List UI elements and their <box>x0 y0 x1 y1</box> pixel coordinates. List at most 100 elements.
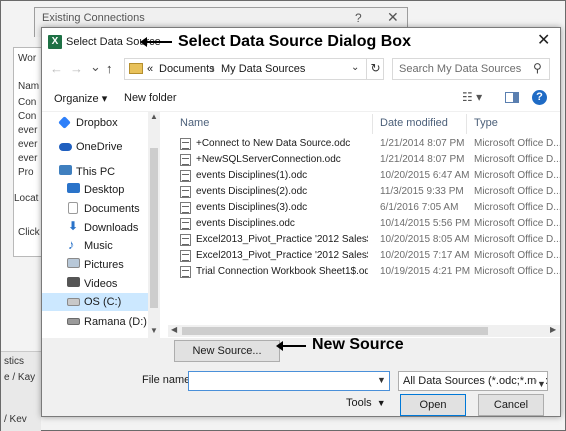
recent-locations-icon[interactable]: ⌄ <box>90 59 101 75</box>
select-data-source-dialog: X Select Data Source ✕ ← → ⌄ ↑ « Documen… <box>41 27 561 417</box>
downloads-icon: ⬇ <box>68 219 79 233</box>
excel-icon: X <box>48 35 62 49</box>
file-row[interactable]: Trial Connection Workbook Sheet1$.odc 10… <box>168 264 560 280</box>
help-icon[interactable]: ? <box>355 11 362 25</box>
search-box[interactable]: Search My Data Sources ⚲ <box>392 58 550 80</box>
open-button[interactable]: Open <box>400 394 466 416</box>
nav-item-label: Documents <box>84 203 140 215</box>
file-icon <box>180 138 191 150</box>
nav-item-label: Downloads <box>84 222 139 234</box>
file-date: 10/20/2015 7:17 AM <box>380 250 470 261</box>
scroll-left-icon[interactable]: ◀ <box>171 325 177 334</box>
chevron-down-icon[interactable]: ▼ <box>537 375 546 390</box>
navigation-bar: ← → ⌄ ↑ « Documents › My Data Sources ⌄ … <box>42 56 560 84</box>
dropbox-icon <box>58 116 71 129</box>
file-row[interactable]: events Disciplines(2).odc 11/3/2015 9:33… <box>168 184 560 200</box>
file-row[interactable]: events Disciplines(3).odc 6/1/2016 7:05 … <box>168 200 560 216</box>
address-bar[interactable]: « Documents › My Data Sources ⌄ <box>124 58 384 80</box>
file-name-label: File name: <box>142 374 194 386</box>
background-bottom: stics e / Kay / Kev <box>1 351 41 431</box>
column-header-type[interactable]: Type <box>474 112 498 134</box>
dialog-callout: Select Data Source Dialog Box <box>178 33 411 50</box>
breadcrumb-documents[interactable]: Documents <box>159 63 215 75</box>
breadcrumb-separator: › <box>211 63 215 75</box>
new-source-callout: New Source <box>312 336 404 353</box>
scroll-down-icon[interactable]: ▼ <box>150 326 158 335</box>
nav-item-os-c[interactable]: OS (C:) <box>42 293 148 311</box>
file-type: Microsoft Office D... <box>474 234 560 245</box>
nav-item-onedrive[interactable]: OneDrive <box>42 138 148 156</box>
breadcrumb-my-data-sources[interactable]: My Data Sources <box>221 63 305 75</box>
file-row[interactable]: events Disciplines.odc 10/14/2015 5:56 P… <box>168 216 560 232</box>
nav-item-desktop[interactable]: Desktop <box>42 181 148 199</box>
nav-scrollbar[interactable]: ▲ ▼ <box>148 112 160 338</box>
file-row[interactable]: +NewSQLServerConnection.odc 1/21/2014 8:… <box>168 152 560 168</box>
file-name: events Disciplines(2).odc <box>196 186 308 197</box>
forward-arrow-icon[interactable]: → <box>70 61 83 76</box>
column-separator[interactable] <box>372 114 373 134</box>
file-icon <box>180 234 191 246</box>
background-row: stics <box>4 356 24 367</box>
file-row[interactable]: events Disciplines(1).odc 10/20/2015 6:4… <box>168 168 560 184</box>
column-header-date[interactable]: Date modified <box>380 112 448 134</box>
file-type: Microsoft Office D... <box>474 138 560 149</box>
file-type-filter[interactable]: All Data Sources (*.odc;*.mdb;* ▼ <box>398 371 548 391</box>
file-row[interactable]: Excel2013_Pivot_Practice '2012 Sales$'(1… <box>168 232 560 248</box>
close-icon[interactable]: ✕ <box>387 9 399 26</box>
close-icon[interactable]: ✕ <box>537 30 550 50</box>
nav-item-documents[interactable]: Documents <box>42 200 148 218</box>
file-name-field[interactable]: ▼ <box>188 371 390 391</box>
nav-item-dropbox[interactable]: Dropbox <box>42 114 148 132</box>
new-folder-button[interactable]: New folder <box>124 92 177 104</box>
chevron-down-icon[interactable]: ▼ <box>377 375 386 385</box>
file-date: 10/14/2015 5:56 PM <box>380 218 471 229</box>
nav-item-label: This PC <box>76 166 116 178</box>
scroll-up-icon[interactable]: ▲ <box>150 112 158 121</box>
tools-label: Tools <box>346 397 372 409</box>
up-arrow-icon[interactable]: ↑ <box>106 61 113 76</box>
videos-icon <box>67 277 80 287</box>
nav-item-pictures[interactable]: Pictures <box>42 256 148 274</box>
music-icon: ♪ <box>68 237 75 252</box>
column-header-name[interactable]: Name <box>180 112 209 134</box>
search-input[interactable]: Search My Data Sources <box>399 63 521 75</box>
search-icon[interactable]: ⚲ <box>533 61 542 75</box>
organize-button[interactable]: Organize ▾ <box>54 92 107 105</box>
file-row[interactable]: +Connect to New Data Source.odc 1/21/201… <box>168 136 560 152</box>
file-row[interactable]: Excel2013_Pivot_Practice '2012 Sales$'.o… <box>168 248 560 264</box>
nav-item-videos[interactable]: Videos <box>42 275 148 293</box>
file-date: 11/3/2015 9:33 PM <box>380 186 464 197</box>
nav-item-label: OS (C:) <box>84 296 122 308</box>
file-icon <box>180 218 191 230</box>
dialog-footer: New Source... File name: ▼ All Data Sour… <box>42 338 560 416</box>
column-separator[interactable] <box>466 114 467 134</box>
nav-item-label: Videos <box>84 278 118 290</box>
nav-item-downloads[interactable]: ⬇ Downloads <box>42 219 148 237</box>
preview-pane-icon[interactable] <box>505 92 519 103</box>
chevron-down-icon[interactable]: ⌄ <box>351 62 359 73</box>
nav-item-music[interactable]: ♪ Music <box>42 237 148 255</box>
scrollbar-thumb[interactable] <box>150 148 158 308</box>
refresh-icon[interactable]: ↻ <box>366 58 384 80</box>
new-source-button[interactable]: New Source... <box>174 340 280 362</box>
help-icon[interactable]: ? <box>532 90 547 105</box>
file-name: Trial Connection Workbook Sheet1$.odc <box>196 266 368 277</box>
back-arrow-icon[interactable]: ← <box>50 61 63 76</box>
nav-item-label: Dropbox <box>76 117 118 129</box>
views-icon[interactable]: ☷ ▾ <box>462 90 482 104</box>
file-icon <box>180 266 191 278</box>
tools-menu[interactable]: Tools ▼ <box>346 397 386 409</box>
breadcrumb-overflow[interactable]: « <box>147 63 153 75</box>
nav-item-ramana-d[interactable]: Ramana (D:) <box>42 313 148 331</box>
file-date: 1/21/2014 8:07 PM <box>380 154 465 165</box>
nav-item-label: Music <box>84 240 113 252</box>
cancel-button[interactable]: Cancel <box>478 394 544 416</box>
scroll-right-icon[interactable]: ▶ <box>550 325 556 334</box>
file-date: 6/1/2016 7:05 AM <box>380 202 459 213</box>
file-type: Microsoft Office D... <box>474 186 560 197</box>
chevron-down-icon: ▼ <box>376 398 386 408</box>
nav-item-this-pc[interactable]: This PC <box>42 163 148 181</box>
file-icon <box>180 186 191 198</box>
scrollbar-thumb[interactable] <box>182 327 488 335</box>
file-name: events Disciplines(3).odc <box>196 202 308 213</box>
